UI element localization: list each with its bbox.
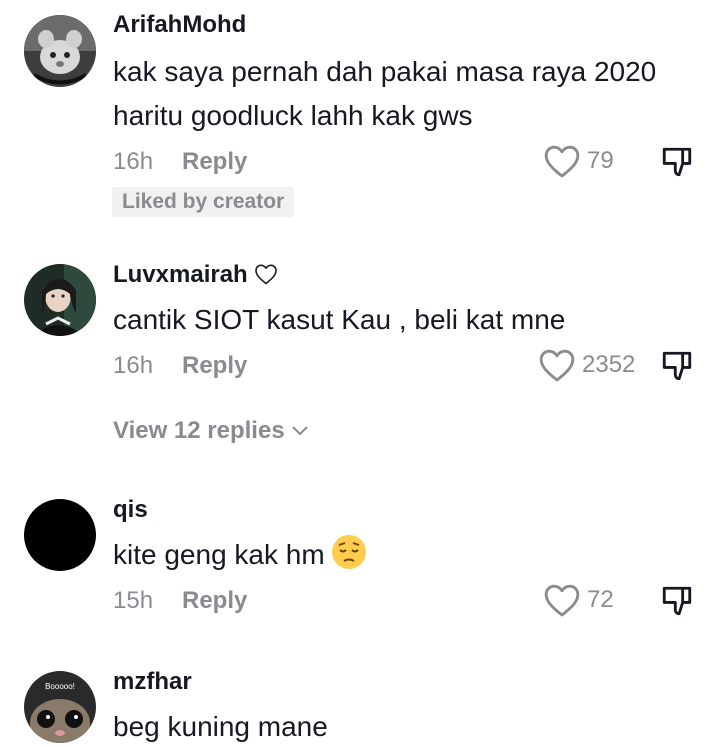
comment-text-content: kite geng kak hm xyxy=(113,539,325,570)
liked-by-creator-badge: Liked by creator xyxy=(112,187,295,217)
dislike-button[interactable] xyxy=(660,349,694,388)
like-button[interactable]: 72 xyxy=(543,582,614,618)
username-text: Luvxmairah xyxy=(113,261,248,288)
comment-username[interactable]: ArifahMohd xyxy=(113,11,246,39)
thumbs-down-icon xyxy=(662,147,692,177)
avatar[interactable] xyxy=(24,264,96,336)
comment-time: 16h xyxy=(113,352,154,379)
avatar[interactable] xyxy=(24,499,96,571)
comment-text: kak saya pernah dah pakai masa raya 2020… xyxy=(113,56,657,131)
thumbs-down-icon xyxy=(662,586,692,616)
chevron-down-icon xyxy=(291,426,308,436)
like-button[interactable]: 2352 xyxy=(538,347,635,383)
avatar-caption: Booooo! xyxy=(45,682,75,691)
thumbs-down-icon xyxy=(662,351,692,381)
like-button[interactable]: 79 xyxy=(543,143,614,179)
dislike-button[interactable] xyxy=(660,584,694,623)
like-count: 79 xyxy=(587,147,614,174)
comment-text: beg kuning mane xyxy=(113,711,328,742)
heart-outline-icon xyxy=(544,145,580,178)
dislike-button[interactable] xyxy=(660,145,694,184)
comment-meta: 15h Reply xyxy=(113,587,247,615)
heart-icon xyxy=(254,264,277,285)
comment-meta: 16h Reply xyxy=(113,148,247,176)
reply-button[interactable]: Reply xyxy=(182,148,247,176)
heart-outline-icon xyxy=(544,584,580,617)
reply-button[interactable]: Reply xyxy=(182,352,247,380)
comment-username[interactable]: mzfhar xyxy=(113,668,192,696)
view-replies-label: View 12 replies xyxy=(113,417,285,444)
view-replies-button[interactable]: View 12 replies xyxy=(113,417,309,445)
reply-button[interactable]: Reply xyxy=(182,587,247,615)
pensive-face-icon xyxy=(331,535,366,569)
comment-meta: 16h Reply xyxy=(113,352,247,380)
like-count: 72 xyxy=(587,586,614,613)
comment-username[interactable]: qis xyxy=(113,496,148,524)
avatar[interactable]: Booooo! xyxy=(24,671,96,743)
like-count: 2352 xyxy=(582,351,636,378)
comment-text: kite geng kak hm xyxy=(113,533,673,577)
heart-outline-icon xyxy=(539,349,575,382)
comment-time: 15h xyxy=(113,587,154,614)
comment-text: cantik SIOT kasut Kau , beli kat mne xyxy=(113,304,566,335)
avatar[interactable] xyxy=(24,15,96,87)
comment-username[interactable]: Luvxmairah xyxy=(113,261,278,289)
comment-time: 16h xyxy=(113,148,154,175)
